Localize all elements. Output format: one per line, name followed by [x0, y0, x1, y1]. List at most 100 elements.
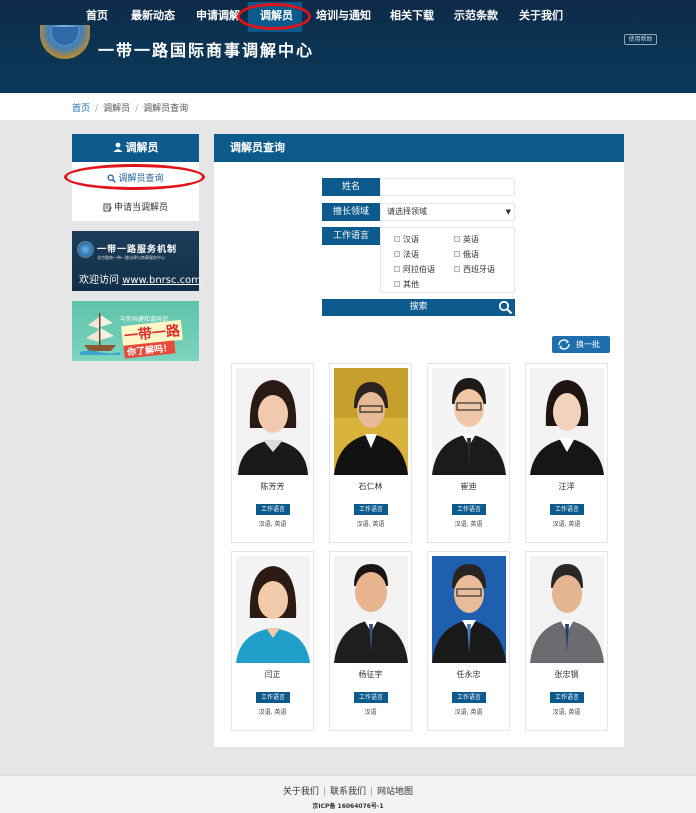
mediator-photo[interactable] [432, 556, 506, 663]
mediator-languages: 汉语, 英语 [552, 709, 581, 716]
footer-divider: | [322, 787, 326, 797]
mediator-photo[interactable] [236, 368, 310, 475]
mediator-name[interactable]: 汪洋 [526, 481, 607, 492]
mediator-name[interactable]: 张忠钢 [526, 669, 607, 680]
language-checkbox[interactable]: 汉语 [394, 234, 419, 245]
language-option-label: 其他 [403, 280, 419, 289]
field-label: 擅长领域 [322, 203, 380, 221]
nav-item-downloads[interactable]: 相关下载 [390, 7, 434, 23]
mediator-photo[interactable] [530, 556, 604, 663]
sidebar-title: 调解员 [125, 141, 159, 154]
footer-icp: 京ICP备 16064076号-1 [312, 803, 384, 810]
mediator-card[interactable]: 任永忠 工作语言 汉语, 英语 [427, 551, 510, 731]
mediator-name[interactable]: 闫正 [232, 669, 313, 680]
banner-url[interactable]: www.bnrsc.com [122, 275, 201, 286]
footer-links: 关于我们 | 联系我们 | 网站地图 [0, 784, 696, 797]
search-button[interactable]: 搜索 [322, 299, 515, 316]
service-mechanism-banner[interactable]: 一带一路服务机制 北京融商一带一路法律与商事服务中心 欢迎访问 www.bnrs… [72, 231, 201, 291]
language-tag: 工作语言 [452, 692, 486, 703]
mediator-card[interactable]: 陈芳芳 工作语言 汉语, 英语 [231, 363, 314, 543]
breadcrumb-level1[interactable]: 调解员 [103, 104, 130, 114]
banner-title: 一带一路服务机制 [97, 245, 178, 255]
checkbox-icon [394, 281, 400, 287]
language-option-label: 英语 [463, 235, 479, 244]
site-header: 首页 最新动态 申请调解 调解员 培训与通知 相关下载 示范条款 关于我们 一带… [0, 0, 696, 93]
field-select-value: 请选择领域 [387, 207, 427, 216]
nav-item-model-clauses[interactable]: 示范条款 [454, 7, 498, 23]
language-checkbox[interactable]: 阿拉伯语 [394, 264, 435, 275]
checkbox-icon [394, 236, 400, 242]
language-checkbox[interactable]: 英语 [454, 234, 479, 245]
belt-road-banner[interactable]: 与你共建和谐共识 一带一路 你了解吗！ [72, 301, 199, 361]
mediator-languages: 汉语, 英语 [552, 521, 581, 528]
language-tag: 工作语言 [256, 504, 290, 515]
language-tag: 工作语言 [354, 692, 388, 703]
nav-item-news[interactable]: 最新动态 [131, 7, 175, 23]
nav-item-training[interactable]: 培训与通知 [316, 7, 371, 23]
mediator-photo[interactable] [334, 556, 408, 663]
mediator-photo[interactable] [432, 368, 506, 475]
breadcrumb-current: 调解员查询 [143, 104, 189, 114]
mediator-card[interactable]: 张忠钢 工作语言 汉语, 英语 [525, 551, 608, 731]
annotation-circle-nav [237, 3, 311, 30]
mediator-card[interactable]: 崔迪 工作语言 汉语, 英语 [427, 363, 510, 543]
language-tag: 工作语言 [256, 692, 290, 703]
language-checkbox[interactable]: 西班牙语 [454, 264, 495, 275]
name-input[interactable] [380, 178, 515, 196]
mediator-name[interactable]: 杨征宇 [330, 669, 411, 680]
mediator-languages: 汉语 [364, 709, 377, 716]
language-option-label: 俄语 [463, 250, 479, 259]
language-tag: 工作语言 [550, 504, 584, 515]
banner-subtitle: 北京融商一带一路法律与商事服务中心 [97, 255, 165, 260]
breadcrumb-bar: 首页 / 调解员 / 调解员查询 [0, 93, 696, 120]
mediator-name[interactable]: 陈芳芳 [232, 481, 313, 492]
help-button[interactable]: 使用帮助 [624, 34, 657, 45]
breadcrumb-separator: / [95, 104, 99, 114]
form-icon [103, 203, 112, 212]
user-icon [113, 142, 122, 152]
refresh-button-label: 换一批 [576, 340, 600, 349]
checkbox-icon [454, 251, 460, 257]
language-tag: 工作语言 [550, 692, 584, 703]
nav-item-apply[interactable]: 申请调解 [196, 7, 240, 23]
magnifier-icon [498, 300, 513, 315]
mediator-photo[interactable] [236, 556, 310, 663]
mediator-card[interactable]: 石仁林 工作语言 汉语, 英语 [329, 363, 412, 543]
footer-link-contact[interactable]: 联系我们 [330, 787, 366, 797]
mediator-languages: 汉语, 英语 [258, 709, 287, 716]
language-checkbox[interactable]: 其他 [394, 279, 419, 290]
mediator-card[interactable]: 汪洋 工作语言 汉语, 英语 [525, 363, 608, 543]
mediator-photo[interactable] [530, 368, 604, 475]
mediator-photo[interactable] [334, 368, 408, 475]
mediator-name[interactable]: 石仁林 [330, 481, 411, 492]
search-button-label: 搜索 [409, 302, 428, 312]
mediator-card[interactable]: 杨征宇 工作语言 汉语 [329, 551, 412, 731]
annotation-circle-sidebar [64, 164, 205, 190]
banner-visit-label: 欢迎访问 [79, 275, 119, 286]
language-checkbox[interactable]: 俄语 [454, 249, 479, 260]
sidebar-item-apply-mediator[interactable]: 申请当调解员 [72, 200, 199, 213]
logo-seal-icon[interactable] [40, 25, 90, 59]
mediator-card[interactable]: 闫正 工作语言 汉语, 英语 [231, 551, 314, 731]
mediator-languages: 汉语, 英语 [258, 521, 287, 528]
footer-link-sitemap[interactable]: 网站地图 [377, 787, 413, 797]
checkbox-icon [454, 236, 460, 242]
main-panel-title: 调解员查询 [214, 134, 624, 162]
breadcrumb-home[interactable]: 首页 [72, 104, 90, 114]
checkbox-icon [454, 266, 460, 272]
language-label: 工作语言 [322, 227, 380, 245]
nav-item-about[interactable]: 关于我们 [519, 7, 563, 23]
language-option-label: 汉语 [403, 235, 419, 244]
language-checkbox[interactable]: 法语 [394, 249, 419, 260]
breadcrumb: 首页 / 调解员 / 调解员查询 [72, 101, 188, 114]
mediator-languages: 汉语, 英语 [356, 521, 385, 528]
refresh-icon [558, 339, 570, 350]
mediator-name[interactable]: 崔迪 [428, 481, 509, 492]
name-label: 姓名 [322, 178, 380, 196]
field-select[interactable]: 请选择领域 ▼ [380, 203, 515, 221]
mediator-name[interactable]: 任永忠 [428, 669, 509, 680]
footer-link-about[interactable]: 关于我们 [283, 787, 319, 797]
site-title[interactable]: 一带一路国际商事调解中心 [98, 37, 314, 61]
refresh-batch-button[interactable]: 换一批 [552, 336, 610, 353]
nav-item-home[interactable]: 首页 [86, 7, 108, 23]
